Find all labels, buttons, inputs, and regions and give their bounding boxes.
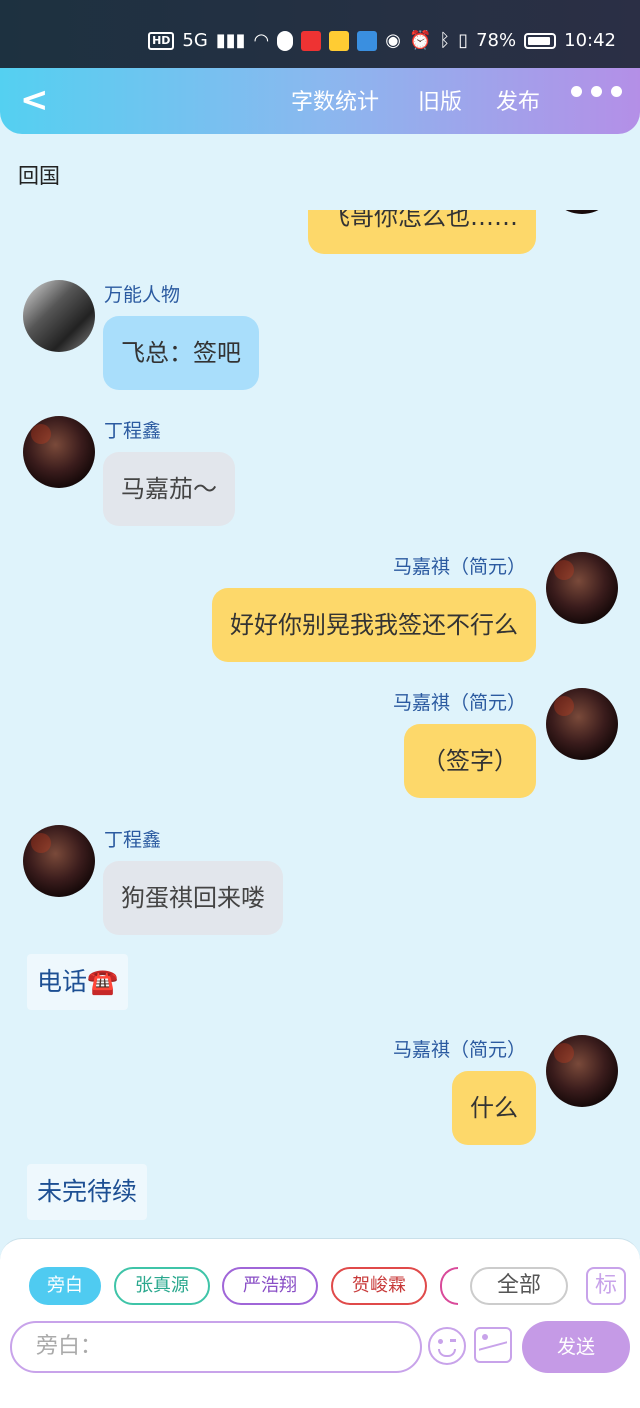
narration-text[interactable]: 电话☎️ — [27, 954, 129, 1010]
chapter-title: 回国 — [18, 164, 60, 188]
chat-bubble[interactable]: 飞总：签吧 — [103, 316, 259, 390]
avatar[interactable] — [546, 1035, 618, 1107]
avatar[interactable] — [546, 688, 618, 760]
chat-area: 飞哥你怎么也…… — [0, 210, 640, 1238]
send-button[interactable]: 发送 — [522, 1321, 630, 1373]
clock: 10:42 — [564, 30, 616, 51]
role-chip[interactable]: 张真源 — [114, 1267, 210, 1305]
avatar[interactable] — [546, 552, 618, 624]
compose-panel: 旁白 张真源 严浩翔 贺峻霖 全部 标 旁白： 发送 — [0, 1238, 640, 1408]
role-chip[interactable]: 严浩翔 — [222, 1267, 318, 1305]
avatar[interactable] — [23, 825, 95, 897]
chat-bubble[interactable]: 好好你别晃我我签还不行么 — [212, 588, 536, 662]
all-roles-button[interactable]: 全部 — [470, 1267, 568, 1305]
chat-bubble[interactable]: 什么 — [452, 1071, 536, 1145]
chat-bubble[interactable]: 飞哥你怎么也…… — [308, 210, 536, 254]
role-chip-narrator[interactable]: 旁白 — [29, 1267, 101, 1305]
sender-name: 丁程鑫 — [104, 829, 162, 851]
sender-name: 马嘉祺（简元） — [392, 1039, 526, 1061]
signal-icon: ▮▮▮ — [215, 30, 246, 51]
battery-icon — [524, 32, 557, 49]
qq-icon — [277, 30, 294, 51]
chat-bubble[interactable]: （签字） — [404, 724, 536, 798]
sender-name: 马嘉祺（简元） — [392, 692, 526, 714]
chat-bubble[interactable]: 狗蛋祺回来喽 — [103, 861, 283, 935]
message-input[interactable]: 旁白： — [10, 1321, 422, 1373]
chat-bubble[interactable]: 马嘉茄～ — [103, 452, 235, 526]
wifi-icon: ◠ — [253, 30, 270, 51]
narration-text[interactable]: 未完待续 — [27, 1164, 148, 1220]
status-bar: HD 5G ▮▮▮ ◠ ◉ ⏰ ᛒ ▯ 78% 10:42 — [0, 0, 640, 68]
avatar[interactable] — [23, 416, 95, 488]
app-icon-blue — [357, 30, 378, 51]
more-icon[interactable] — [571, 86, 622, 97]
editor-header: < 字数统计 旧版 发布 — [0, 68, 640, 134]
battery-percent: 78% — [476, 30, 517, 51]
avatar[interactable] — [546, 210, 618, 214]
bluetooth-icon: ᛒ — [439, 30, 451, 51]
app-icon-red — [301, 30, 322, 51]
role-chip-partial[interactable] — [440, 1267, 458, 1305]
avatar[interactable] — [23, 280, 95, 352]
app-icon-yellow — [329, 30, 350, 51]
vibrate-icon: ▯ — [458, 30, 469, 51]
mark-button[interactable]: 标 — [586, 1267, 626, 1305]
alarm-icon: ⏰ — [408, 30, 432, 51]
emoji-icon[interactable] — [428, 1327, 466, 1365]
role-chip[interactable]: 贺峻霖 — [331, 1267, 427, 1305]
sender-name: 丁程鑫 — [104, 420, 162, 442]
network-type: 5G — [182, 30, 208, 51]
word-count-button[interactable]: 字数统计 — [291, 84, 379, 116]
sender-name: 马嘉祺（简元） — [392, 556, 526, 578]
back-icon[interactable]: < — [20, 80, 49, 120]
sender-name: 万能人物 — [104, 284, 181, 306]
hd-icon: HD — [148, 31, 175, 50]
eye-icon: ◉ — [385, 30, 401, 51]
image-icon[interactable] — [474, 1327, 512, 1363]
publish-button[interactable]: 发布 — [496, 84, 540, 116]
old-version-button[interactable]: 旧版 — [418, 84, 462, 116]
